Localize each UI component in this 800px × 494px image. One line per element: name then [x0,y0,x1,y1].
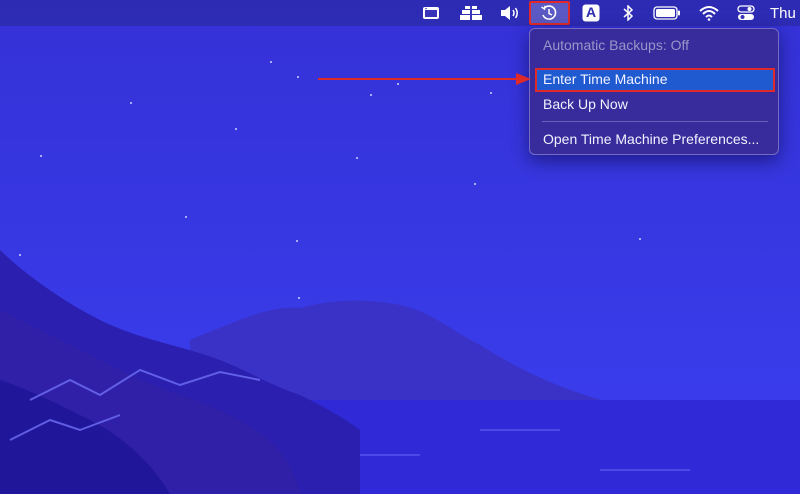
input-source-glyph: A [585,4,597,20]
menu-separator [542,121,768,122]
bluetooth-icon[interactable] [620,0,636,26]
menu-bar: A Thu [0,0,800,26]
clock-label: Thu [770,4,796,22]
window-icon[interactable] [420,0,442,26]
wifi-icon[interactable] [698,0,720,26]
time-machine-menu: Automatic Backups: Off Enter Time Machin… [529,28,779,155]
annotation-arrow [318,73,531,85]
sidebar-app-icon[interactable] [458,0,484,26]
open-preferences-item[interactable]: Open Time Machine Preferences... [535,128,775,150]
menubar-clock[interactable]: Thu [770,0,800,26]
back-up-now-item[interactable]: Back Up Now [535,93,775,115]
volume-icon[interactable] [498,0,522,26]
automatic-backups-status: Automatic Backups: Off [543,37,690,53]
battery-icon[interactable] [652,0,682,26]
control-center-icon[interactable] [735,0,757,26]
enter-time-machine-item[interactable]: Enter Time Machine [535,68,775,92]
time-machine-icon[interactable] [538,0,560,26]
input-source-icon[interactable]: A [581,0,601,26]
